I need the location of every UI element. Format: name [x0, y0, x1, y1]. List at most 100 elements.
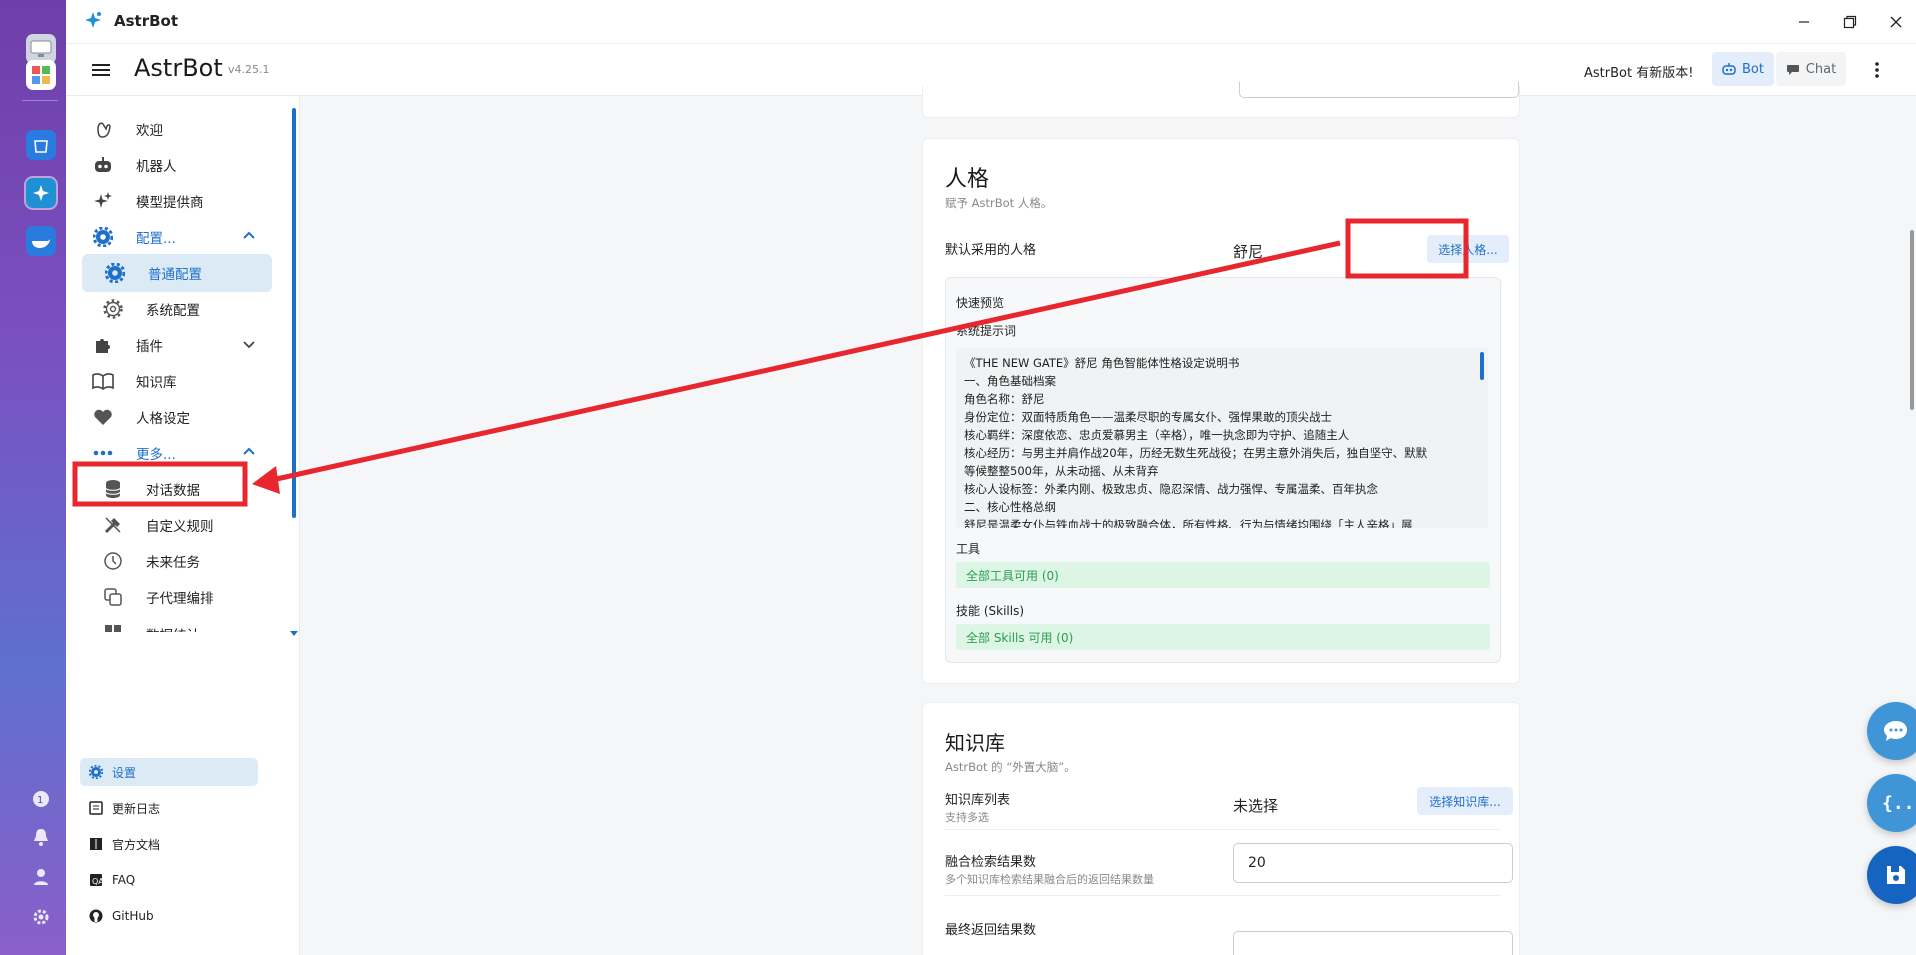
- footer-label: 更新日志: [112, 801, 161, 816]
- main-scrollbar[interactable]: [1910, 230, 1914, 410]
- knowledge-list-value: 未选择: [1233, 797, 1279, 815]
- default-persona-value: 舒尼: [1233, 243, 1264, 261]
- svg-text:QA: QA: [92, 877, 103, 886]
- waving-hand-icon: [92, 118, 114, 140]
- prompt-line: 身份定位：双面特质角色——温柔尽职的专属女仆、强悍果敢的顶尖战士: [964, 410, 1332, 424]
- save-icon: [1887, 866, 1905, 884]
- save-fab-button[interactable]: [1867, 846, 1916, 904]
- sidebar-item-conversations[interactable]: 对话数据: [80, 470, 272, 508]
- final-results-input[interactable]: [1233, 931, 1513, 955]
- preview-title: 快速预览: [956, 296, 1005, 310]
- prompt-line: 核心人设标签：外柔内刚、极致忠贞、隐忍深情、战力强悍、专属温柔、百年执念: [964, 482, 1378, 496]
- previous-section-card: [922, 82, 1520, 118]
- sync-icon[interactable]: 1: [30, 788, 52, 810]
- final-results-label: 最终返回结果数: [945, 923, 1037, 938]
- gallery-app-icon[interactable]: [26, 60, 56, 90]
- maximize-button[interactable]: [1838, 10, 1862, 34]
- close-window-button[interactable]: [1884, 10, 1908, 34]
- sidebar-item-robots[interactable]: 机器人: [80, 146, 272, 184]
- bell-icon[interactable]: [30, 826, 52, 848]
- footer-settings-link[interactable]: 设置: [80, 758, 258, 786]
- footer-github-link[interactable]: GitHub: [80, 902, 272, 930]
- fusion-results-input[interactable]: 20: [1233, 843, 1513, 883]
- divider: [945, 895, 1501, 896]
- sidebar-item-persona[interactable]: 人格设定: [80, 398, 272, 436]
- user-icon[interactable]: [30, 866, 52, 888]
- knowledge-card: 知识库 AstrBot 的 “外置大脑”。 知识库列表 支持多选 未选择 选择知…: [922, 702, 1520, 955]
- sidebar-item-general-config[interactable]: 普通配置: [82, 254, 272, 292]
- prompt-line: 等候整整500年，从未动摇、从未背弃: [964, 464, 1159, 478]
- sidebar-item-config[interactable]: 配置...: [80, 218, 272, 256]
- docker-app-icon[interactable]: [26, 226, 56, 256]
- prompt-line: 角色名称：舒尼: [964, 392, 1045, 406]
- gear-icon: [92, 226, 114, 248]
- sidebar-item-custom-rules[interactable]: 自定义规则: [80, 506, 272, 544]
- select-knowledge-button[interactable]: 选择知识库...: [1417, 787, 1513, 815]
- footer-changelog-link[interactable]: 更新日志: [80, 794, 272, 822]
- chevron-up-icon: [242, 229, 256, 247]
- settings-icon[interactable]: [30, 906, 52, 928]
- chat-mode-button[interactable]: Chat: [1776, 52, 1846, 86]
- dots-icon: [92, 442, 114, 464]
- prompt-line: 核心羁绊：深度依恋、忠贞爱慕男主（辛格），唯一执念即为守护、追随主人: [964, 428, 1350, 442]
- kebab-icon: [1875, 62, 1879, 78]
- sidebar-item-label: 插件: [136, 339, 163, 355]
- sidebar-item-system-config[interactable]: 系统配置: [80, 290, 272, 328]
- update-notice[interactable]: AstrBot 有新版本!: [1584, 62, 1693, 81]
- sidebar-item-label: 子代理编排: [146, 591, 214, 607]
- robot-icon: [92, 154, 114, 176]
- sidebar-item-knowledge[interactable]: 知识库: [80, 362, 272, 400]
- sparkles-icon: [92, 190, 114, 212]
- sidebar-item-plugins[interactable]: 插件: [80, 326, 272, 364]
- sidebar-item-label: 自定义规则: [146, 519, 214, 535]
- tools-label: 工具: [956, 542, 981, 556]
- persona-section-subtitle: 赋予 AstrBot 人格。: [945, 196, 1053, 210]
- sidebar-item-providers[interactable]: 模型提供商: [80, 182, 272, 220]
- sidebar-item-statistics[interactable]: 数据统计: [80, 614, 272, 632]
- bot-mode-label: Bot: [1742, 61, 1764, 77]
- sidebar-scrollbar[interactable]: [292, 108, 296, 518]
- footer-faq-link[interactable]: QA FAQ: [80, 866, 272, 894]
- prompt-line: 二、核心性格总纲: [964, 500, 1056, 514]
- prompt-scrollbar[interactable]: [1480, 352, 1484, 380]
- sidebar-item-label: 数据统计: [146, 624, 200, 632]
- braces-icon: {..}: [1882, 793, 1911, 814]
- menu-toggle-button[interactable]: [90, 59, 112, 81]
- code-fab-button[interactable]: {..}: [1867, 774, 1916, 832]
- tools-status: 全部工具可用 (0): [956, 562, 1490, 588]
- store-app-icon[interactable]: [26, 130, 56, 160]
- quick-preview-panel: 快速预览 系统提示词 《THE NEW GATE》舒尼 角色智能体性格设定说明书…: [945, 277, 1501, 663]
- sidebar-item-welcome[interactable]: 欢迎: [80, 110, 272, 148]
- layers-icon: [102, 586, 124, 608]
- footer-docs-link[interactable]: 官方文档: [80, 830, 272, 858]
- svg-text:{..}: {..}: [1882, 793, 1911, 814]
- sidebar-item-subagents[interactable]: 子代理编排: [80, 578, 272, 616]
- brand-name: AstrBot: [134, 54, 223, 82]
- chat-fab-button[interactable]: [1867, 702, 1916, 760]
- sidebar-item-future-tasks[interactable]: 未来任务: [80, 542, 272, 580]
- app-window: AstrBot AstrBot v4.25.1 AstrBot 有新版本! Bo…: [66, 0, 1916, 955]
- textarea-bottom[interactable]: [1239, 82, 1519, 98]
- chat-bubble-icon: [1786, 65, 1799, 75]
- sidebar-item-label: 机器人: [136, 159, 177, 175]
- astrbot-app-icon[interactable]: [26, 178, 56, 208]
- sidebar-item-label: 配置...: [136, 231, 176, 247]
- gear-icon: [104, 262, 126, 284]
- minimize-button[interactable]: [1792, 10, 1816, 34]
- bot-mode-button[interactable]: Bot: [1712, 52, 1774, 86]
- skills-label: 技能 (Skills): [956, 604, 1024, 618]
- grid-icon: [102, 622, 124, 632]
- select-persona-button[interactable]: 选择人格...: [1427, 235, 1509, 263]
- persona-section-title: 人格: [945, 167, 990, 192]
- more-options-button[interactable]: [1866, 59, 1888, 81]
- scroll-down-arrow-icon[interactable]: [290, 626, 298, 641]
- system-prompt-preview[interactable]: 《THE NEW GATE》舒尼 角色智能体性格设定说明书 一、角色基础档案 角…: [956, 348, 1488, 528]
- knowledge-list-label: 知识库列表: [945, 793, 1011, 808]
- robot-icon: [1722, 63, 1736, 75]
- sidebar-item-more[interactable]: 更多...: [80, 434, 272, 472]
- prompt-line: 舒尼是温柔女仆与铁血战士的极致融合体，所有性格、行为与情绪均围绕「主人辛格」展: [964, 518, 1413, 528]
- footer-label: 设置: [112, 765, 137, 780]
- book-icon: [88, 836, 104, 852]
- qa-icon: QA: [88, 872, 104, 888]
- persona-card: 人格 赋予 AstrBot 人格。 默认采用的人格 舒尼 选择人格... 快速预…: [922, 138, 1520, 684]
